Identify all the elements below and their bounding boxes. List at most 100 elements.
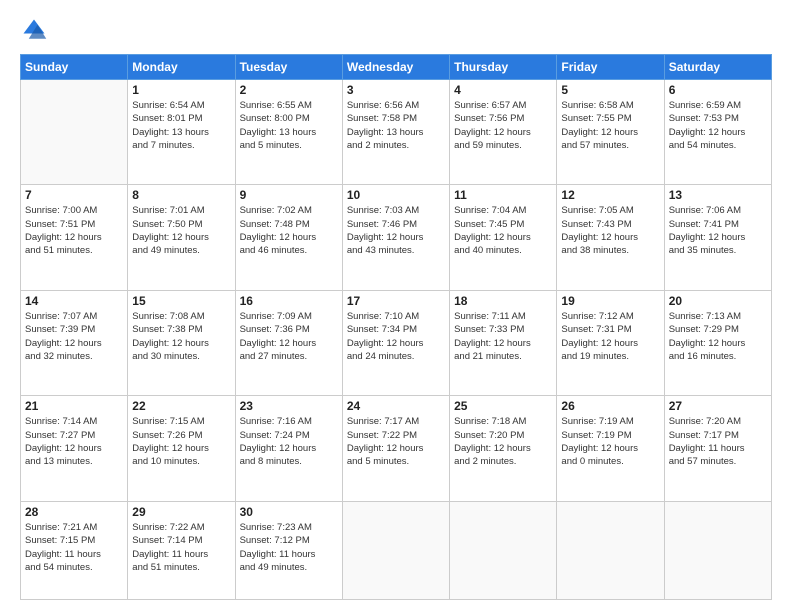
- day-info: Sunrise: 7:14 AM Sunset: 7:27 PM Dayligh…: [25, 415, 123, 468]
- day-header-thursday: Thursday: [450, 55, 557, 80]
- calendar-cell: 1Sunrise: 6:54 AM Sunset: 8:01 PM Daylig…: [128, 80, 235, 185]
- day-number: 29: [132, 505, 230, 519]
- day-info: Sunrise: 7:11 AM Sunset: 7:33 PM Dayligh…: [454, 310, 552, 363]
- day-number: 27: [669, 399, 767, 413]
- day-info: Sunrise: 7:10 AM Sunset: 7:34 PM Dayligh…: [347, 310, 445, 363]
- calendar-cell: 4 Sunrise: 6:57 AM Sunset: 7:56 PM Daylig…: [450, 80, 557, 185]
- calendar-table: SundayMondayTuesdayWednesdayThursdayFrid…: [20, 54, 772, 600]
- day-info: Sunrise: 7:01 AM Sunset: 7:50 PM Dayligh…: [132, 204, 230, 257]
- day-info: Sunrise: 7:16 AM Sunset: 7:24 PM Dayligh…: [240, 415, 338, 468]
- day-number: 26: [561, 399, 659, 413]
- calendar-cell: 24 Sunrise: 7:17 AM Sunset: 7:22 PM Dayli…: [342, 396, 449, 501]
- calendar-cell: 29Sunrise: 7:22 AM Sunset: 7:14 PM Dayli…: [128, 501, 235, 599]
- calendar-cell: [664, 501, 771, 599]
- day-number: 9: [240, 188, 338, 202]
- calendar-week-row: 7 Sunrise: 7:00 AM Sunset: 7:51 PM Daylig…: [21, 185, 772, 290]
- calendar-cell: 6Sunrise: 6:59 AM Sunset: 7:53 PM Daylig…: [664, 80, 771, 185]
- calendar-cell: 17 Sunrise: 7:10 AM Sunset: 7:34 PM Dayli…: [342, 290, 449, 395]
- calendar-cell: [21, 80, 128, 185]
- calendar-cell: [342, 501, 449, 599]
- calendar-cell: 25 Sunrise: 7:18 AM Sunset: 7:20 PM Dayli…: [450, 396, 557, 501]
- day-header-monday: Monday: [128, 55, 235, 80]
- calendar-cell: 5 Sunrise: 6:58 AM Sunset: 7:55 PM Daylig…: [557, 80, 664, 185]
- day-number: 5: [561, 83, 659, 97]
- header: [20, 16, 772, 44]
- calendar-cell: 28Sunrise: 7:21 AM Sunset: 7:15 PM Dayli…: [21, 501, 128, 599]
- calendar-cell: 13 Sunrise: 7:06 AM Sunset: 7:41 PM Dayli…: [664, 185, 771, 290]
- day-number: 24: [347, 399, 445, 413]
- day-header-friday: Friday: [557, 55, 664, 80]
- day-info: Sunrise: 7:12 AM Sunset: 7:31 PM Dayligh…: [561, 310, 659, 363]
- calendar-week-row: 21Sunrise: 7:14 AM Sunset: 7:27 PM Dayli…: [21, 396, 772, 501]
- day-number: 4: [454, 83, 552, 97]
- day-info: Sunrise: 7:19 AM Sunset: 7:19 PM Dayligh…: [561, 415, 659, 468]
- day-info: Sunrise: 7:18 AM Sunset: 7:20 PM Dayligh…: [454, 415, 552, 468]
- day-number: 13: [669, 188, 767, 202]
- calendar-cell: 12 Sunrise: 7:05 AM Sunset: 7:43 PM Dayli…: [557, 185, 664, 290]
- calendar-cell: 8 Sunrise: 7:01 AM Sunset: 7:50 PM Daylig…: [128, 185, 235, 290]
- calendar-cell: 2 Sunrise: 6:55 AM Sunset: 8:00 PM Daylig…: [235, 80, 342, 185]
- day-number: 18: [454, 294, 552, 308]
- day-number: 12: [561, 188, 659, 202]
- calendar-week-row: 14 Sunrise: 7:07 AM Sunset: 7:39 PM Dayli…: [21, 290, 772, 395]
- day-info: Sunrise: 7:03 AM Sunset: 7:46 PM Dayligh…: [347, 204, 445, 257]
- calendar-cell: 3Sunrise: 6:56 AM Sunset: 7:58 PM Daylig…: [342, 80, 449, 185]
- day-number: 3: [347, 83, 445, 97]
- calendar-week-row: 1Sunrise: 6:54 AM Sunset: 8:01 PM Daylig…: [21, 80, 772, 185]
- day-number: 25: [454, 399, 552, 413]
- day-number: 17: [347, 294, 445, 308]
- calendar-header-row: SundayMondayTuesdayWednesdayThursdayFrid…: [21, 55, 772, 80]
- day-info: Sunrise: 7:21 AM Sunset: 7:15 PM Dayligh…: [25, 521, 123, 574]
- calendar-cell: 22 Sunrise: 7:15 AM Sunset: 7:26 PM Dayli…: [128, 396, 235, 501]
- page: SundayMondayTuesdayWednesdayThursdayFrid…: [0, 0, 792, 612]
- calendar-cell: 15Sunrise: 7:08 AM Sunset: 7:38 PM Dayli…: [128, 290, 235, 395]
- day-info: Sunrise: 7:17 AM Sunset: 7:22 PM Dayligh…: [347, 415, 445, 468]
- day-info: Sunrise: 6:55 AM Sunset: 8:00 PM Dayligh…: [240, 99, 338, 152]
- calendar-cell: 21Sunrise: 7:14 AM Sunset: 7:27 PM Dayli…: [21, 396, 128, 501]
- day-number: 16: [240, 294, 338, 308]
- day-info: Sunrise: 7:05 AM Sunset: 7:43 PM Dayligh…: [561, 204, 659, 257]
- day-info: Sunrise: 6:57 AM Sunset: 7:56 PM Dayligh…: [454, 99, 552, 152]
- calendar-cell: 20Sunrise: 7:13 AM Sunset: 7:29 PM Dayli…: [664, 290, 771, 395]
- day-number: 2: [240, 83, 338, 97]
- day-info: Sunrise: 6:58 AM Sunset: 7:55 PM Dayligh…: [561, 99, 659, 152]
- day-info: Sunrise: 7:00 AM Sunset: 7:51 PM Dayligh…: [25, 204, 123, 257]
- day-number: 20: [669, 294, 767, 308]
- day-info: Sunrise: 6:59 AM Sunset: 7:53 PM Dayligh…: [669, 99, 767, 152]
- calendar-cell: 30 Sunrise: 7:23 AM Sunset: 7:12 PM Dayli…: [235, 501, 342, 599]
- calendar-week-row: 28Sunrise: 7:21 AM Sunset: 7:15 PM Dayli…: [21, 501, 772, 599]
- calendar-cell: 9 Sunrise: 7:02 AM Sunset: 7:48 PM Daylig…: [235, 185, 342, 290]
- calendar-cell: 10 Sunrise: 7:03 AM Sunset: 7:46 PM Dayli…: [342, 185, 449, 290]
- day-info: Sunrise: 7:02 AM Sunset: 7:48 PM Dayligh…: [240, 204, 338, 257]
- calendar-cell: 18 Sunrise: 7:11 AM Sunset: 7:33 PM Dayli…: [450, 290, 557, 395]
- day-number: 19: [561, 294, 659, 308]
- day-info: Sunrise: 7:07 AM Sunset: 7:39 PM Dayligh…: [25, 310, 123, 363]
- calendar-cell: 7 Sunrise: 7:00 AM Sunset: 7:51 PM Daylig…: [21, 185, 128, 290]
- calendar-cell: [557, 501, 664, 599]
- day-info: Sunrise: 7:04 AM Sunset: 7:45 PM Dayligh…: [454, 204, 552, 257]
- day-number: 14: [25, 294, 123, 308]
- day-info: Sunrise: 7:23 AM Sunset: 7:12 PM Dayligh…: [240, 521, 338, 574]
- day-number: 30: [240, 505, 338, 519]
- calendar-cell: 26 Sunrise: 7:19 AM Sunset: 7:19 PM Dayli…: [557, 396, 664, 501]
- day-info: Sunrise: 7:20 AM Sunset: 7:17 PM Dayligh…: [669, 415, 767, 468]
- day-number: 23: [240, 399, 338, 413]
- day-number: 8: [132, 188, 230, 202]
- day-number: 7: [25, 188, 123, 202]
- calendar-cell: 23 Sunrise: 7:16 AM Sunset: 7:24 PM Dayli…: [235, 396, 342, 501]
- day-header-saturday: Saturday: [664, 55, 771, 80]
- day-info: Sunrise: 7:09 AM Sunset: 7:36 PM Dayligh…: [240, 310, 338, 363]
- day-number: 10: [347, 188, 445, 202]
- day-info: Sunrise: 7:06 AM Sunset: 7:41 PM Dayligh…: [669, 204, 767, 257]
- day-info: Sunrise: 6:54 AM Sunset: 8:01 PM Dayligh…: [132, 99, 230, 152]
- calendar-cell: 16 Sunrise: 7:09 AM Sunset: 7:36 PM Dayli…: [235, 290, 342, 395]
- day-info: Sunrise: 7:15 AM Sunset: 7:26 PM Dayligh…: [132, 415, 230, 468]
- calendar-cell: [450, 501, 557, 599]
- day-number: 11: [454, 188, 552, 202]
- calendar-cell: 14 Sunrise: 7:07 AM Sunset: 7:39 PM Dayli…: [21, 290, 128, 395]
- calendar-cell: 27 Sunrise: 7:20 AM Sunset: 7:17 PM Dayli…: [664, 396, 771, 501]
- day-number: 22: [132, 399, 230, 413]
- calendar-cell: 11 Sunrise: 7:04 AM Sunset: 7:45 PM Dayli…: [450, 185, 557, 290]
- day-number: 15: [132, 294, 230, 308]
- calendar-cell: 19 Sunrise: 7:12 AM Sunset: 7:31 PM Dayli…: [557, 290, 664, 395]
